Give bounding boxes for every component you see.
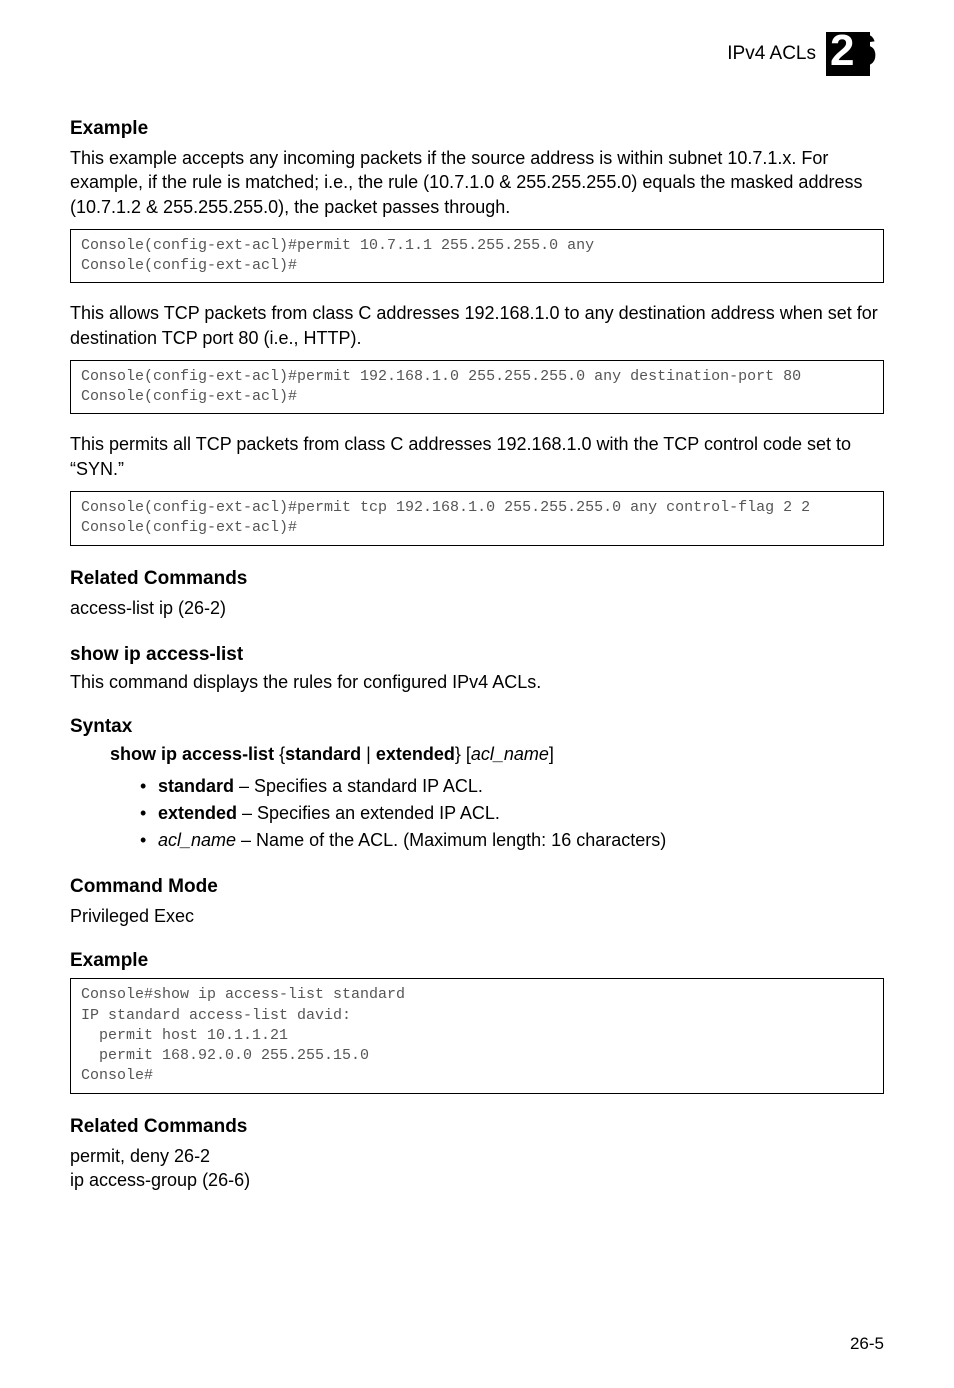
syntax-brace-close: } [ [455,744,471,764]
bullet3-ital: acl_name [158,830,236,850]
example-heading-2: Example [70,950,884,972]
command-name: show ip access-list [70,644,884,666]
chapter-number-badge: 26 [826,32,884,76]
page-header: IPv4 ACLs 26 [727,32,884,76]
example3-code: Console(config-ext-acl)#permit tcp 192.1… [70,491,884,546]
bullet1-bold: standard [158,776,234,796]
syntax-bullet-aclname: acl_name – Name of the ACL. (Maximum len… [140,827,884,854]
example1-code: Console(config-ext-acl)#permit 10.7.1.1 … [70,229,884,284]
command-mode-line: Privileged Exec [70,904,884,928]
syntax-heading: Syntax [70,716,884,738]
related-commands-heading-1: Related Commands [70,568,884,590]
example4-code: Console#show ip access-list standard IP … [70,978,884,1093]
syntax-bracket-close: ] [549,744,554,764]
syntax-aclname: acl_name [471,744,549,764]
example2-paragraph: This allows TCP packets from class C add… [70,301,884,350]
example2-code: Console(config-ext-acl)#permit 192.168.1… [70,360,884,415]
example1-paragraph: This example accepts any incoming packet… [70,146,884,219]
related2-line1: permit, deny 26-2 [70,1144,884,1168]
related1-line: access-list ip (26-2) [70,596,884,620]
bullet2-rest: – Specifies an extended IP ACL. [237,803,500,823]
page-number: 26-5 [850,1334,884,1354]
syntax-extended: extended [376,744,455,764]
related-commands-heading-2: Related Commands [70,1116,884,1138]
syntax-cmd: show ip access-list [110,744,274,764]
syntax-bullet-standard: standard – Specifies a standard IP ACL. [140,773,884,800]
syntax-bullet-list: standard – Specifies a standard IP ACL. … [140,773,884,854]
command-mode-heading: Command Mode [70,876,884,898]
syntax-line: show ip access-list {standard | extended… [110,744,884,765]
header-section-label: IPv4 ACLs [727,43,816,65]
example3-paragraph: This permits all TCP packets from class … [70,432,884,481]
syntax-bullet-extended: extended – Specifies an extended IP ACL. [140,800,884,827]
bullet3-rest: – Name of the ACL. (Maximum length: 16 c… [236,830,666,850]
syntax-pipe: | [361,744,376,764]
syntax-brace-open: { [274,744,285,764]
bullet1-rest: – Specifies a standard IP ACL. [234,776,483,796]
bullet2-bold: extended [158,803,237,823]
related2-line2: ip access-group (26-6) [70,1168,884,1192]
command-description: This command displays the rules for conf… [70,670,884,694]
syntax-standard: standard [285,744,361,764]
example-heading-1: Example [70,118,884,140]
